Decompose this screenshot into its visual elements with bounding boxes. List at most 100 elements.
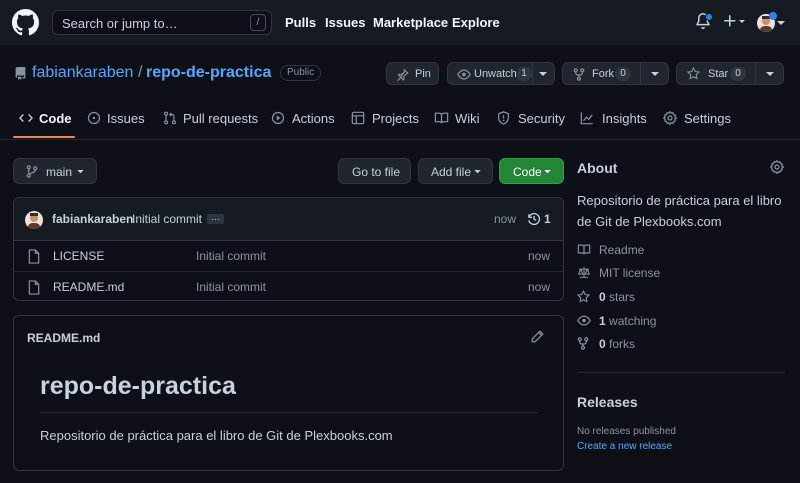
repo-icon (14, 66, 27, 81)
readme-heading: repo-de-practica (40, 372, 236, 400)
shield-icon (497, 111, 510, 125)
table-icon (351, 111, 365, 125)
watch-count: 1 (516, 67, 532, 81)
global-header: Search or jump to… / Pulls Issues Market… (0, 0, 800, 45)
commit-author-link[interactable]: fabiankaraben (52, 212, 133, 226)
file-name-link[interactable]: README.md (53, 280, 124, 294)
chevron-down-icon (544, 170, 551, 174)
issue-opened-icon (87, 111, 101, 125)
chevron-down-icon (474, 170, 481, 174)
branch-select-button[interactable]: main (13, 158, 97, 184)
commit-time: now (494, 212, 517, 226)
go-to-file-button[interactable]: Go to file (338, 158, 411, 184)
book-icon (434, 111, 449, 125)
repo-name-link[interactable]: repo-de-practica (146, 64, 271, 82)
file-commit-time: now (527, 249, 550, 263)
graph-icon (580, 111, 594, 125)
fork-icon (577, 337, 589, 350)
code-icon (19, 111, 33, 125)
history-icon[interactable] (527, 212, 541, 226)
readme-filename: README.md (27, 331, 101, 345)
gear-icon (663, 111, 677, 125)
git-branch-icon (26, 165, 38, 178)
create-release-link[interactable]: Create a new release (577, 441, 672, 452)
no-releases-text: No releases published (577, 426, 676, 437)
file-commit-message[interactable]: Initial commit (196, 249, 266, 263)
book-icon (577, 243, 591, 256)
user-status-dot (769, 12, 777, 20)
star-icon (687, 67, 700, 80)
chevron-down-icon[interactable] (777, 20, 785, 26)
unwatch-label: Unwatch (474, 68, 517, 80)
fork-button[interactable]: Fork 0 (562, 62, 669, 85)
play-icon (271, 111, 285, 125)
forks-label: forks (609, 337, 636, 351)
search-input[interactable]: Search or jump to… / (52, 10, 272, 35)
watching-count: 1 (599, 314, 606, 328)
star-label: Star (708, 68, 729, 80)
readme-divider (40, 412, 538, 413)
add-file-button[interactable]: Add file (418, 158, 493, 184)
button-divider (532, 63, 533, 84)
file-icon (28, 280, 40, 295)
star-button[interactable]: Star 0 (676, 62, 784, 85)
branch-name: main (46, 165, 73, 179)
button-divider (640, 63, 641, 84)
fork-label: Fork (592, 68, 614, 80)
file-name-link[interactable]: LICENSE (53, 249, 104, 263)
chevron-down-icon[interactable] (766, 72, 774, 77)
file-row[interactable]: README.md Initial commit now (14, 271, 563, 300)
stars-label: stars (609, 290, 636, 304)
git-pull-request-icon (163, 111, 177, 125)
fork-count: 0 (615, 67, 631, 81)
commit-author-avatar[interactable] (25, 211, 43, 229)
repo-tab-nav: Code Issues Pull requests Actions Projec… (0, 100, 800, 140)
star-count: 0 (730, 67, 746, 81)
github-logo-icon[interactable] (12, 9, 39, 36)
releases-title[interactable]: Releases (577, 394, 638, 410)
file-commit-message[interactable]: Initial commit (196, 280, 266, 294)
file-list: fabiankaraben Initial commit … now 1 LIC… (13, 197, 564, 301)
repo-owner-link[interactable]: fabiankaraben (32, 64, 133, 82)
sidebar-divider (577, 372, 785, 373)
commit-count-link[interactable]: 1 (544, 212, 551, 226)
fork-icon (573, 68, 585, 81)
eye-icon (577, 315, 591, 326)
about-title: About (577, 160, 618, 176)
nav-marketplace[interactable]: Marketplace (373, 15, 448, 30)
chevron-down-icon[interactable] (539, 72, 547, 77)
pin-label: Pin (415, 68, 431, 80)
stars-count: 0 (599, 290, 606, 304)
nav-issues[interactable]: Issues (325, 15, 365, 30)
create-new-plus-icon[interactable] (722, 13, 746, 29)
button-divider (755, 63, 756, 84)
forks-count: 0 (599, 337, 606, 351)
repo-path-separator: / (138, 64, 143, 81)
slash-key-hint: / (250, 14, 266, 31)
notification-indicator (705, 13, 713, 21)
nav-pulls[interactable]: Pulls (285, 15, 316, 30)
watching-label: watching (609, 314, 657, 328)
file-icon (28, 249, 40, 264)
latest-commit-bar: fabiankaraben Initial commit … now 1 (14, 198, 563, 241)
readme-panel: README.md repo-de-practica Repositorio d… (13, 315, 564, 471)
chevron-down-icon (77, 170, 84, 174)
visibility-badge: Public (280, 65, 322, 81)
law-icon (577, 266, 591, 279)
unwatch-button[interactable]: Unwatch 1 (447, 62, 555, 85)
code-button[interactable]: Code (499, 158, 564, 184)
pin-button[interactable]: Pin (386, 62, 439, 85)
star-icon (577, 290, 590, 303)
file-row[interactable]: LICENSE Initial commit now (14, 241, 563, 271)
file-commit-time: now (527, 280, 550, 294)
commit-expand-button[interactable]: … (207, 213, 224, 224)
active-tab-indicator (13, 136, 75, 138)
gear-icon[interactable] (770, 160, 784, 174)
eye-icon (457, 69, 471, 80)
chevron-down-icon[interactable] (651, 72, 659, 77)
readme-body: Repositorio de práctica para el libro de… (40, 428, 393, 443)
nav-explore[interactable]: Explore (452, 15, 500, 30)
about-description: Repositorio de práctica para el libro de… (577, 193, 782, 229)
commit-message-link[interactable]: Initial commit (132, 212, 202, 226)
pencil-icon[interactable] (531, 330, 544, 343)
